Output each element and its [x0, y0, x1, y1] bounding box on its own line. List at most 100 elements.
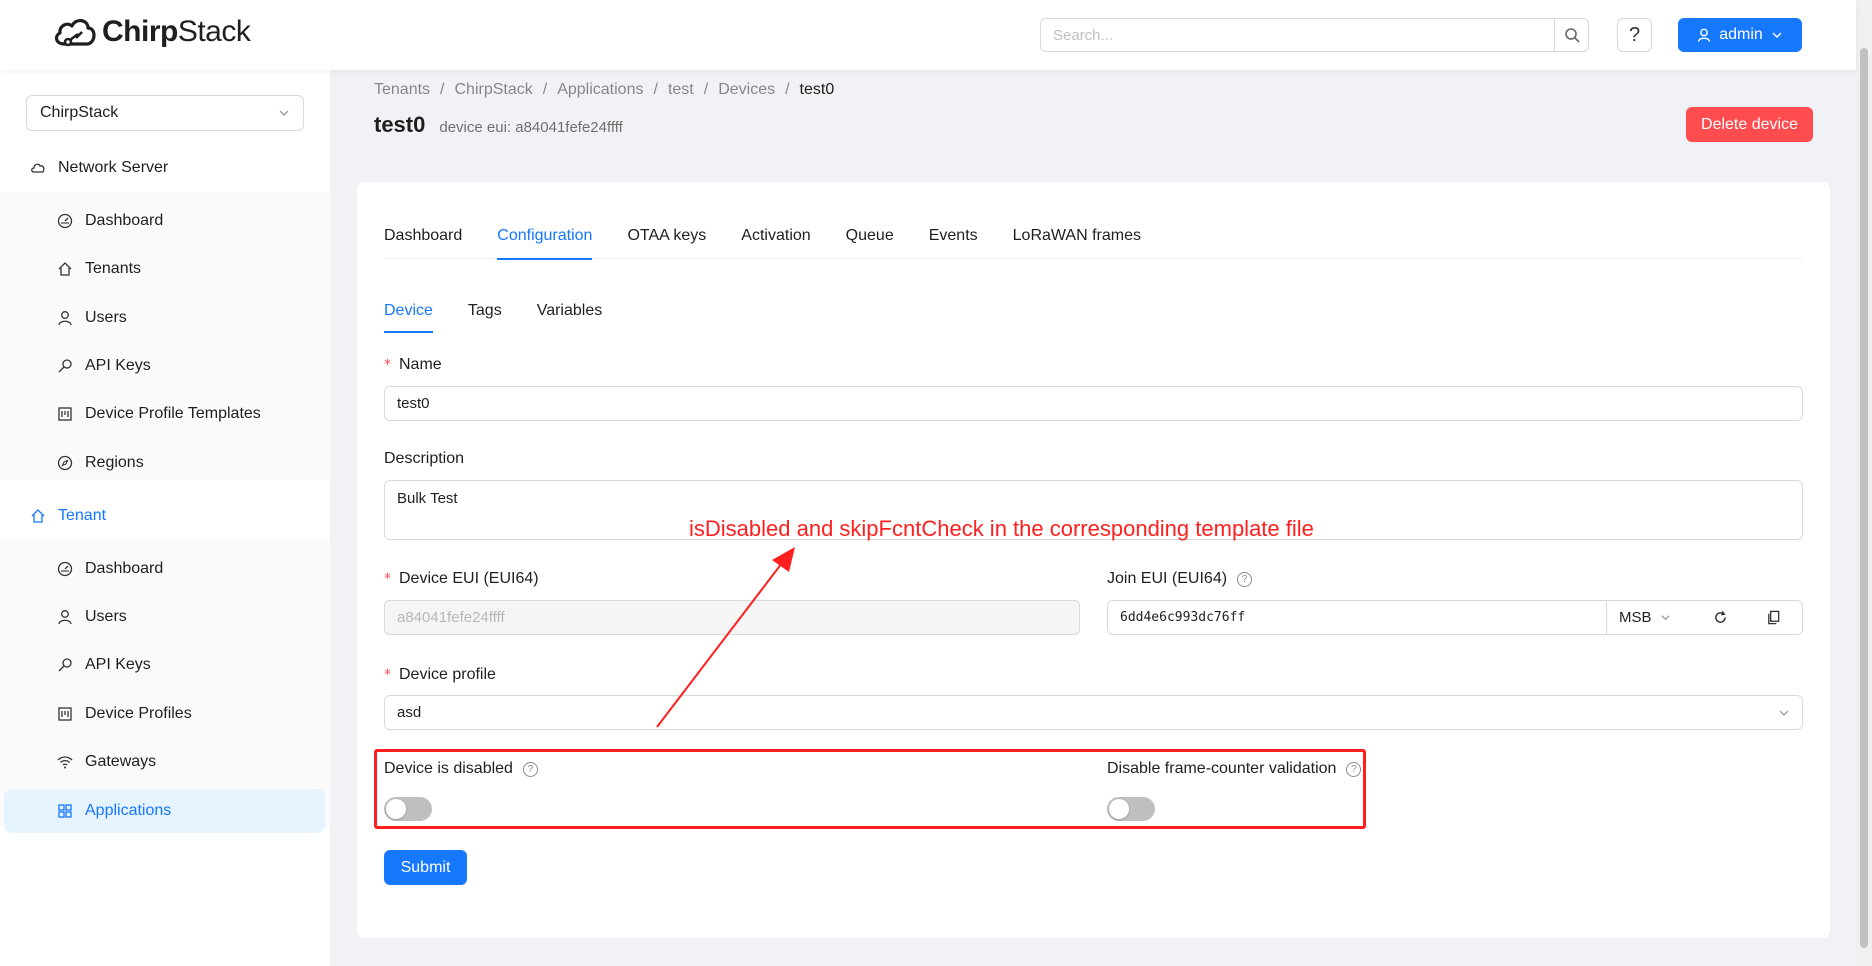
compass-icon [57, 455, 73, 471]
user-menu-button[interactable]: admin [1678, 18, 1802, 52]
sidebar-item-label: API Keys [85, 656, 151, 673]
sidebar-item-label: Users [85, 608, 127, 625]
menu-group-label: Tenant [58, 507, 107, 524]
sidebar-item-gateways[interactable]: Gateways [4, 740, 325, 784]
sidebar-item-applications[interactable]: Applications [4, 789, 325, 833]
tab-events[interactable]: Events [929, 212, 978, 259]
breadcrumb-devices[interactable]: Devices [718, 81, 775, 99]
copy-button[interactable] [1746, 610, 1802, 625]
join-eui-label: Join EUI (EUI64)? [1107, 570, 1253, 588]
tab-configuration[interactable]: Configuration [497, 212, 593, 260]
search-input[interactable]: Search... [1040, 18, 1554, 52]
home-icon [31, 509, 45, 523]
chirpstack-logo[interactable]: ChirpStack [52, 14, 251, 50]
byte-order-select[interactable]: MSB [1607, 609, 1696, 626]
chevron-down-icon [1779, 710, 1789, 716]
sidebar-item-api-keys[interactable]: API Keys [4, 344, 325, 388]
breadcrumb-separator: / [542, 81, 548, 98]
sidebar-item-label: Dashboard [85, 560, 164, 577]
description-label: Description [384, 450, 465, 467]
sidebar-item-device-profile-templates[interactable]: Device Profile Templates [4, 392, 325, 436]
profile-icon [58, 707, 72, 721]
profile-icon [58, 407, 72, 421]
scrollbar-thumb[interactable] [1860, 48, 1868, 948]
sidebar-item-users[interactable]: Users [4, 296, 325, 340]
tab-activation[interactable]: Activation [741, 212, 810, 259]
is-disabled-label: Device is disabled? [384, 760, 538, 778]
copy-icon [1768, 610, 1780, 625]
help-circle-icon[interactable]: ? [1237, 571, 1253, 587]
page-header: test0 device eui: a84041fefe24ffff [374, 112, 623, 138]
breadcrumb: Tenants / ChirpStack / Applications / te… [374, 81, 834, 99]
join-eui-addon: MSB [1606, 600, 1803, 635]
config-subtabs: Device Tags Variables [384, 289, 602, 333]
sidebar-item-tenant-api-keys[interactable]: API Keys [4, 643, 325, 687]
vertical-scrollbar[interactable] [1856, 0, 1872, 966]
join-eui-input[interactable]: 6dd4e6c993dc76ff [1107, 600, 1607, 635]
breadcrumb-tenant[interactable]: ChirpStack [455, 81, 533, 99]
required-marker: * [384, 571, 391, 587]
submit-button[interactable]: Submit [384, 850, 467, 885]
breadcrumb-separator: / [653, 81, 658, 98]
name-input[interactable]: test0 [384, 386, 1803, 421]
sidebar: ChirpStack Network Server Dashboard Tena… [0, 70, 330, 966]
device-profile-select[interactable]: asd [384, 695, 1803, 730]
subtab-device[interactable]: Device [384, 289, 433, 333]
appstore-icon [58, 804, 72, 818]
user-name: admin [1719, 26, 1763, 43]
page-subtitle: device eui: a84041fefe24ffff [439, 119, 623, 136]
sidebar-item-ns-dashboard[interactable]: Dashboard [4, 199, 325, 243]
breadcrumb-tenants[interactable]: Tenants [374, 81, 430, 99]
logo-cloud-icon [54, 19, 96, 47]
search-icon [1564, 28, 1580, 43]
delete-device-button[interactable]: Delete device [1686, 107, 1813, 142]
skip-fcnt-label: Disable frame-counter validation? [1107, 760, 1362, 778]
device-card: Dashboard Configuration OTAA keys Activa… [357, 182, 1830, 938]
logo-text: ChirpStack [102, 15, 251, 48]
refresh-button[interactable] [1696, 610, 1745, 625]
reload-icon [1715, 611, 1727, 623]
tab-otaa-keys[interactable]: OTAA keys [627, 212, 706, 259]
help-button[interactable]: ? [1617, 18, 1652, 52]
dashboard-icon [57, 213, 73, 229]
breadcrumb-separator: / [703, 81, 709, 98]
tab-queue[interactable]: Queue [846, 212, 894, 259]
tab-lorawan-frames[interactable]: LoRaWAN frames [1013, 212, 1141, 259]
key-icon [58, 359, 72, 373]
sidebar-item-label: Device Profile Templates [85, 405, 261, 422]
breadcrumb-applications[interactable]: Applications [557, 81, 643, 99]
dashboard-icon [57, 561, 73, 577]
sidebar-item-tenant-dashboard[interactable]: Dashboard [4, 547, 325, 591]
sidebar-item-tenant-users[interactable]: Users [4, 595, 325, 639]
breadcrumb-separator: / [440, 81, 445, 98]
menu-group-network-server[interactable]: Network Server [0, 144, 330, 192]
user-icon [58, 311, 72, 326]
top-header: ChirpStack Search... ? admin [0, 0, 1856, 70]
menu-group-tenant[interactable]: Tenant [0, 492, 330, 540]
menu-group-label: Network Server [58, 159, 169, 176]
subtab-variables[interactable]: Variables [537, 289, 603, 333]
user-icon [58, 610, 72, 625]
name-label: * Name [384, 356, 442, 373]
tab-dashboard[interactable]: Dashboard [384, 212, 462, 259]
key-icon [58, 658, 72, 672]
wifi-icon [57, 756, 73, 769]
sidebar-item-device-profiles[interactable]: Device Profiles [4, 692, 325, 736]
search-button[interactable] [1554, 18, 1589, 52]
help-circle-icon[interactable]: ? [1346, 761, 1362, 777]
user-icon [1698, 28, 1711, 42]
sidebar-item-tenants[interactable]: Tenants [4, 247, 325, 291]
subtab-tags[interactable]: Tags [468, 289, 502, 333]
breadcrumb-application[interactable]: test [668, 81, 694, 99]
sidebar-item-regions[interactable]: Regions [4, 441, 325, 485]
sidebar-item-label: Dashboard [85, 212, 164, 229]
chevron-down-icon [1660, 615, 1670, 621]
is-disabled-switch[interactable] [384, 797, 432, 821]
home-icon [58, 262, 72, 276]
tenant-select[interactable]: ChirpStack [26, 95, 304, 131]
sidebar-item-label: Tenants [85, 260, 142, 277]
help-circle-icon[interactable]: ? [522, 761, 538, 777]
sidebar-item-label: API Keys [85, 357, 151, 374]
device-profile-value: asd [397, 704, 422, 721]
skip-fcnt-switch[interactable] [1107, 797, 1155, 821]
